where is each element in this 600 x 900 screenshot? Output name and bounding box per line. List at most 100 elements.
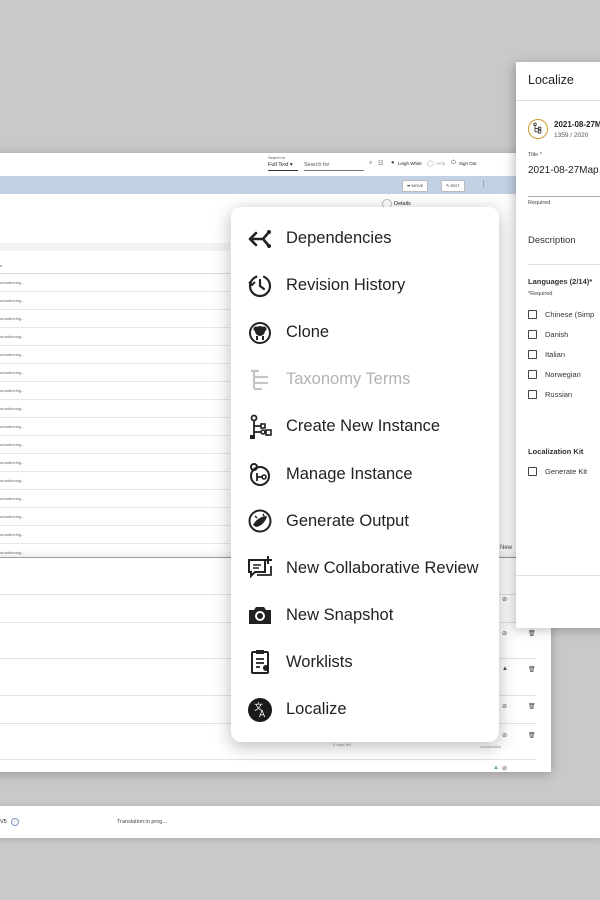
dependencies-icon	[246, 225, 274, 253]
menu-item-revision-history[interactable]: Revision History	[231, 262, 499, 309]
list-header: n	[0, 263, 230, 274]
list-item[interactable]: m/authoring...	[0, 454, 230, 472]
edit-button-label: EDIT	[450, 183, 460, 188]
list-item[interactable]: m/authoring...	[0, 400, 230, 418]
search-scope-select[interactable]: Full Text ▾	[268, 162, 298, 171]
title-field-label: Title *	[528, 152, 542, 158]
move-button[interactable]: ➡ MOVE	[402, 180, 429, 192]
up-arrow-icon: ▲	[493, 765, 499, 771]
status-icon: ⊘	[502, 597, 508, 603]
menu-item-label: Generate Output	[286, 511, 409, 530]
menu-item-create-new-instance[interactable]: Create New Instance	[231, 403, 499, 450]
panel-title: Localize	[528, 73, 574, 87]
bottom-status-strip: V5 i Translation:in prog...	[0, 806, 600, 838]
edit-button[interactable]: ✎ EDIT	[441, 180, 465, 192]
list-separator-band	[0, 243, 230, 251]
list-item[interactable]: m/authoring...	[0, 310, 230, 328]
svg-text:A: A	[259, 710, 266, 720]
list-item[interactable]: m/authoring...	[0, 472, 230, 490]
menu-item-localize[interactable]: 文 A Localize	[231, 686, 499, 733]
list-item[interactable]: m/authoring...	[0, 274, 230, 292]
camera-icon	[246, 601, 274, 629]
menu-item-label: New Collaborative Review	[286, 558, 479, 577]
trash-icon[interactable]: 🗑	[528, 732, 536, 739]
menu-item-generate-output[interactable]: Generate Output	[231, 498, 499, 545]
trash-icon[interactable]: 🗑	[528, 630, 536, 637]
list-item[interactable]: m/authoring...	[0, 346, 230, 364]
language-checkbox[interactable]: Italian	[528, 348, 565, 360]
list-item[interactable]: m/authoring...	[0, 418, 230, 436]
trash-icon[interactable]: 🗑	[528, 703, 536, 710]
panel-footer-divider	[516, 575, 600, 576]
checkbox-box[interactable]	[528, 349, 537, 359]
app-top-bar: Search in Full Text ▾ Search for ⌕ ☷ ● L…	[0, 153, 551, 177]
user-icon: ●	[391, 160, 395, 166]
menu-item-clone[interactable]: Clone	[231, 309, 499, 356]
list-item[interactable]: m/authoring...	[0, 292, 230, 310]
checkbox-box[interactable]	[528, 466, 537, 476]
status-icon: ⊘	[502, 733, 508, 739]
status-icon: ⊘	[502, 631, 508, 637]
description-field[interactable]: Description	[528, 235, 576, 246]
menu-item-new-collaborative-review[interactable]: New Collaborative Review	[231, 545, 499, 592]
menu-item-label: Clone	[286, 323, 330, 342]
search-input[interactable]: Search for	[304, 162, 364, 171]
info-icon[interactable]: i	[11, 818, 19, 826]
power-icon[interactable]: ⏻	[451, 160, 456, 167]
worklist-clipboard-icon	[246, 648, 274, 676]
row-divider	[0, 759, 536, 760]
list-item[interactable]: m/authoring...	[0, 490, 230, 508]
panel-divider	[516, 100, 600, 101]
list-item[interactable]: m/authoring...	[0, 382, 230, 400]
more-options-icon[interactable]: ⋮	[480, 180, 487, 188]
checkbox-box[interactable]	[528, 389, 537, 399]
context-menu: Dependencies Revision History Clone Taxonom…	[231, 207, 499, 742]
filter-icon[interactable]: ☷	[378, 160, 383, 167]
menu-item-worklists[interactable]: Worklists	[231, 639, 499, 686]
search-scope-value: Full Text	[268, 162, 289, 168]
list-item[interactable]: m/authoring...	[0, 364, 230, 382]
move-button-label: MOVE	[411, 183, 424, 188]
languages-required-note: *Required	[528, 291, 553, 297]
list-item[interactable]: m/authoring...	[0, 328, 230, 346]
revision-history-icon	[246, 272, 274, 300]
checkbox-box[interactable]	[528, 309, 537, 319]
generate-output-icon	[246, 507, 274, 535]
menu-item-new-snapshot[interactable]: New Snapshot	[231, 592, 499, 639]
time-left-text: 5 days left	[333, 742, 352, 747]
manage-instance-icon	[246, 460, 274, 488]
checkbox-box[interactable]	[528, 329, 537, 339]
taxonomy-tree-icon	[246, 366, 274, 394]
menu-item-dependencies[interactable]: Dependencies	[231, 215, 499, 262]
trash-icon[interactable]: 🗑	[528, 666, 536, 673]
list-item[interactable]: m/authoring...	[0, 436, 230, 454]
list-item[interactable]: m/authoring...	[0, 508, 230, 526]
menu-item-manage-instance[interactable]: Manage Instance	[231, 451, 499, 498]
language-checkbox[interactable]: Russian	[528, 388, 572, 400]
map-item-icon	[528, 119, 548, 139]
localization-kit-label: Localization Kit	[528, 447, 584, 456]
language-checkbox[interactable]: Danish	[528, 328, 568, 340]
help-link[interactable]: Help	[436, 161, 445, 166]
warning-icon: ▲	[502, 666, 508, 672]
languages-label: Languages (2/14)*	[528, 277, 593, 286]
search-icon[interactable]: ⌕	[369, 160, 372, 167]
file-list: n m/authoring... m/authoring... m/authorin…	[0, 263, 230, 562]
menu-item-label: Worklists	[286, 652, 353, 671]
user-name[interactable]: Leigh White	[398, 161, 422, 166]
localize-translate-icon: 文A	[246, 696, 274, 724]
title-input-underline	[528, 196, 600, 197]
title-input[interactable]: 2021-08-27Map	[528, 165, 599, 176]
checkbox-box[interactable]	[528, 369, 537, 379]
list-item[interactable]: m/authoring...	[0, 526, 230, 544]
search-in-label: Search in	[268, 155, 285, 160]
action-bar	[0, 176, 551, 194]
status-icon: ⊘	[502, 766, 508, 772]
generate-kit-label: Generate Kit	[545, 466, 588, 476]
language-checkbox[interactable]: Chinese (Simp	[528, 308, 594, 320]
signout-link[interactable]: Sign Out	[459, 161, 477, 166]
menu-item-taxonomy-terms: Taxonomy Terms	[231, 356, 499, 403]
help-icon[interactable]: ◯	[427, 160, 434, 167]
generate-kit-checkbox[interactable]: Generate Kit	[528, 465, 587, 477]
language-checkbox[interactable]: Norwegian	[528, 368, 581, 380]
